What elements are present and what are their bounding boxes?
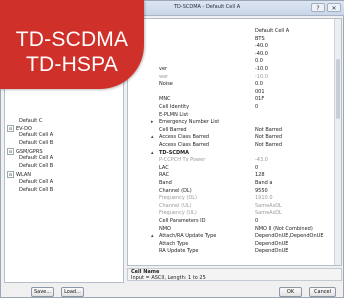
tree-expander-icon[interactable]: ⊟ (7, 171, 14, 178)
property-value[interactable]: DependOnUE (255, 247, 288, 255)
property-grid: Default Cell A BTS -40.0 -40.0 0.0 ver -10.0 we… (127, 18, 342, 266)
save-button[interactable]: Save... (31, 287, 54, 297)
tree-expander-icon[interactable]: ⊟ (7, 148, 14, 155)
tree-item[interactable]: Default Cell B (19, 187, 53, 194)
tree-item[interactable]: Default Cell B (19, 163, 53, 170)
tree-item-label: WLAN (16, 172, 32, 178)
tree-item[interactable]: Default Cell B (19, 140, 53, 147)
tree-item-label: Default Cell A (19, 179, 54, 185)
tree-group[interactable]: ⊟ GSM/GPRS (7, 148, 43, 155)
tree-item[interactable]: Default C (19, 118, 42, 125)
tree-item-label: Default Cell B (19, 140, 54, 146)
window-title: TD-SCDMA - Default Cell A (174, 4, 241, 10)
property-name: RA Update Type (159, 248, 199, 255)
tree-expander-icon[interactable]: ⊟ (7, 125, 14, 132)
tree-group[interactable]: ⊟ EV-DO (7, 125, 32, 132)
ok-button[interactable]: OK (279, 287, 302, 297)
tree-item[interactable]: Default Cell A (19, 132, 53, 139)
load-button[interactable]: Load... (61, 287, 84, 297)
description-panel: Cell Name Input = ASCII, Length: 1 to 25 (127, 268, 342, 281)
tree-item[interactable]: Default Cell A (19, 179, 53, 186)
tree-group[interactable]: ⊟ WLAN (7, 171, 31, 178)
tree-item-label: Default Cell A (19, 132, 54, 138)
tree-item-label: Default Cell B (19, 163, 54, 169)
help-button[interactable]: ? (311, 3, 325, 12)
tree-item-label: Default Cell A (19, 155, 54, 161)
technology-badge: TD-SCDMA TD-HSPA (0, 0, 144, 89)
tree-item-label: Default Cell B (19, 187, 54, 193)
badge-line-2: TD-HSPA (25, 53, 118, 76)
description-text: Input = ASCII, Length: 1 to 25 (131, 275, 206, 281)
badge-line-1: TD-SCDMA (15, 28, 129, 51)
cancel-button[interactable]: Cancel (309, 287, 336, 297)
close-button[interactable]: ✕ (327, 3, 341, 12)
tree-item[interactable]: Default Cell A (19, 155, 53, 162)
grid-row[interactable]: RA Update Type DependOnUE (128, 247, 341, 255)
tree-item-label: Default C (19, 118, 43, 124)
